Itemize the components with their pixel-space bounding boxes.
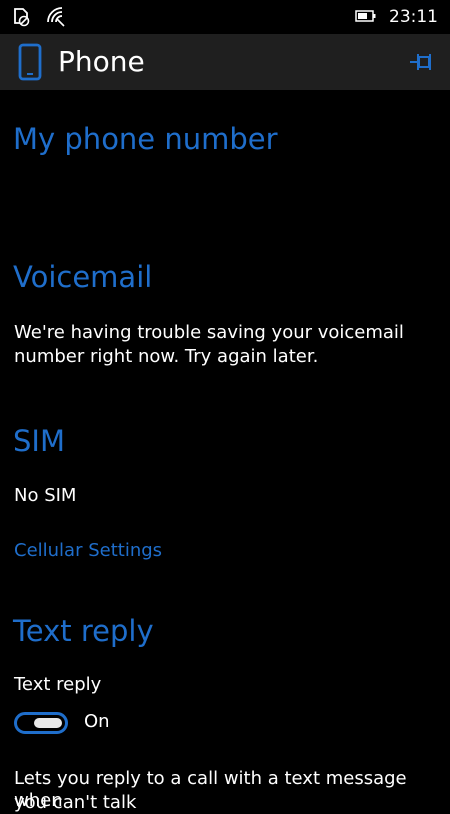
voicemail-message-line2: number right now. Try again later. — [14, 346, 319, 367]
text-reply-toggle[interactable] — [14, 712, 68, 734]
clock: 23:11 — [389, 7, 438, 27]
sim-status: No SIM — [14, 485, 77, 506]
sim-heading: SIM — [13, 424, 65, 458]
wifi-icon — [46, 6, 68, 32]
no-sim-icon — [12, 6, 32, 32]
battery-icon — [355, 8, 377, 27]
text-reply-description-line2: you can't talk — [14, 792, 137, 813]
pin-icon — [410, 54, 431, 70]
pin-button[interactable] — [408, 49, 438, 75]
text-reply-label: Text reply — [14, 674, 102, 695]
status-left-icons — [12, 6, 68, 32]
app-header: Phone — [0, 34, 450, 90]
status-right: 23:11 — [355, 6, 438, 28]
status-bar: 23:11 — [0, 0, 450, 34]
cellular-settings-link[interactable]: Cellular Settings — [14, 540, 162, 562]
page-title: Phone — [58, 45, 145, 78]
text-reply-heading: Text reply — [13, 614, 154, 648]
voicemail-message-line1: We're having trouble saving your voicema… — [14, 322, 404, 343]
toggle-knob — [34, 718, 62, 728]
text-reply-toggle-state: On — [84, 711, 110, 732]
my-phone-number-heading: My phone number — [13, 122, 278, 156]
phone-icon — [17, 43, 43, 85]
voicemail-heading: Voicemail — [13, 260, 153, 294]
